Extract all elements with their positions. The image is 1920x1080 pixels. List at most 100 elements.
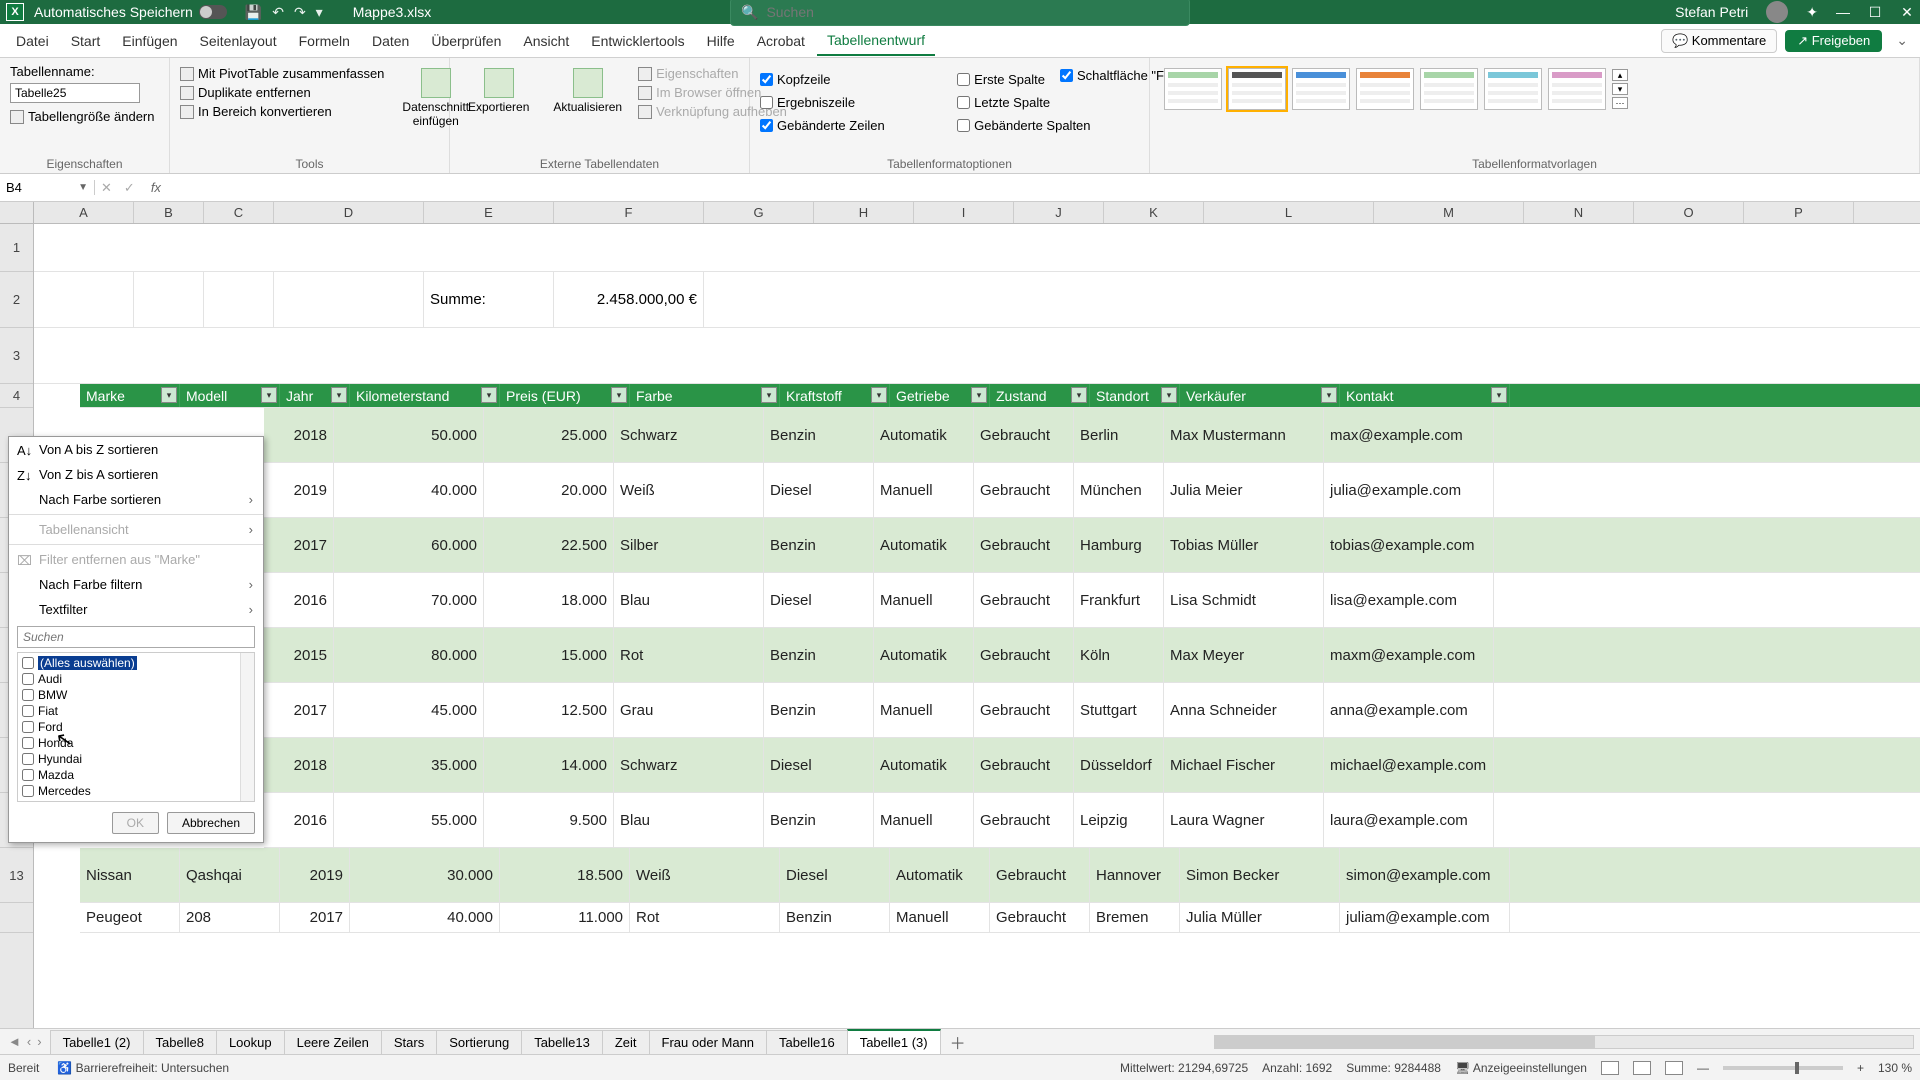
fx-cancel-icon[interactable]: ✕ xyxy=(95,180,118,196)
data-cell[interactable]: Manuell xyxy=(874,573,974,627)
data-cell[interactable]: Max Meyer xyxy=(1164,628,1324,682)
data-cell[interactable]: Berlin xyxy=(1074,408,1164,462)
user-name[interactable]: Stefan Petri xyxy=(1675,4,1748,20)
data-cell[interactable]: Gebraucht xyxy=(974,738,1074,792)
data-cell[interactable]: Automatik xyxy=(874,518,974,572)
data-cell[interactable]: 208 xyxy=(180,903,280,932)
sort-za-item[interactable]: Z↓Von Z bis A sortieren xyxy=(9,462,263,487)
data-cell[interactable]: Gebraucht xyxy=(974,463,1074,517)
table-styles-gallery[interactable]: ▴▾⋯ xyxy=(1160,64,1909,114)
data-cell[interactable]: Gebraucht xyxy=(974,518,1074,572)
data-cell[interactable]: Julia Müller xyxy=(1180,903,1340,932)
table-header-kraftstoff[interactable]: Kraftstoff▾ xyxy=(780,384,890,407)
search-box[interactable]: 🔍 xyxy=(730,0,1190,26)
data-cell[interactable]: München xyxy=(1074,463,1164,517)
filter-button-standort[interactable]: ▾ xyxy=(1161,387,1177,403)
tab-datei[interactable]: Datei xyxy=(6,27,59,55)
data-cell[interactable]: Frankfurt xyxy=(1074,573,1164,627)
data-cell[interactable]: 2017 xyxy=(264,683,334,737)
data-cell[interactable]: 40.000 xyxy=(334,463,484,517)
data-cell[interactable]: Gebraucht xyxy=(990,903,1090,932)
data-cell[interactable]: Schwarz xyxy=(614,408,764,462)
filter-button-zustand[interactable]: ▾ xyxy=(1071,387,1087,403)
filter-item-audi[interactable]: Audi xyxy=(20,671,252,687)
column-header-K[interactable]: K xyxy=(1104,202,1204,223)
data-cell[interactable]: Max Mustermann xyxy=(1164,408,1324,462)
data-cell[interactable]: Automatik xyxy=(874,628,974,682)
data-cell[interactable]: Automatik xyxy=(890,848,990,902)
filter-button-modell[interactable]: ▾ xyxy=(261,387,277,403)
data-cell[interactable]: Anna Schneider xyxy=(1164,683,1324,737)
zoom-out-button[interactable]: — xyxy=(1697,1061,1709,1075)
data-cell[interactable]: 70.000 xyxy=(334,573,484,627)
banded-rows-checkbox[interactable]: Gebänderte Zeilen xyxy=(760,116,933,135)
sheet-tab[interactable]: Zeit xyxy=(602,1030,650,1054)
column-header-H[interactable]: H xyxy=(814,202,914,223)
maximize-button[interactable]: ☐ xyxy=(1868,4,1882,21)
data-cell[interactable]: 55.000 xyxy=(334,793,484,847)
table-style-6[interactable] xyxy=(1484,68,1542,110)
header-row-checkbox[interactable]: Kopfzeile xyxy=(760,70,933,89)
data-cell[interactable]: lisa@example.com xyxy=(1324,573,1494,627)
data-cell[interactable]: Düsseldorf xyxy=(1074,738,1164,792)
filter-button-preis (eur)[interactable]: ▾ xyxy=(611,387,627,403)
data-cell[interactable]: laura@example.com xyxy=(1324,793,1494,847)
tab-start[interactable]: Start xyxy=(61,27,111,55)
data-cell[interactable]: Schwarz xyxy=(614,738,764,792)
data-cell[interactable]: 2017 xyxy=(280,903,350,932)
filter-select-all[interactable]: (Alles auswählen) xyxy=(20,655,252,671)
gallery-down-icon[interactable]: ▾ xyxy=(1612,83,1628,95)
data-cell[interactable]: Benzin xyxy=(764,518,874,572)
column-header-B[interactable]: B xyxy=(134,202,204,223)
add-sheet-button[interactable]: ＋ xyxy=(940,1030,976,1054)
filter-by-color-item[interactable]: Nach Farbe filtern› xyxy=(9,572,263,597)
data-cell[interactable]: 9.500 xyxy=(484,793,614,847)
sheet-nav-next-icon[interactable]: › xyxy=(37,1034,41,1049)
fx-icon[interactable]: fx xyxy=(141,180,171,195)
refresh-button[interactable]: Aktualisieren xyxy=(545,64,630,121)
page-layout-view-button[interactable] xyxy=(1633,1061,1651,1075)
data-cell[interactable]: Automatik xyxy=(874,738,974,792)
horizontal-scrollbar[interactable] xyxy=(1214,1035,1914,1049)
row-header-4[interactable]: 4 xyxy=(0,384,33,408)
data-cell[interactable]: Stuttgart xyxy=(1074,683,1164,737)
column-header-F[interactable]: F xyxy=(554,202,704,223)
data-cell[interactable]: maxm@example.com xyxy=(1324,628,1494,682)
table-style-5[interactable] xyxy=(1420,68,1478,110)
data-cell[interactable]: Benzin xyxy=(764,683,874,737)
filter-scrollbar[interactable] xyxy=(240,653,254,801)
data-cell[interactable]: Benzin xyxy=(764,408,874,462)
cell-b2[interactable] xyxy=(134,272,204,327)
ribbon-collapse-icon[interactable]: ⌄ xyxy=(1890,32,1914,49)
data-cell[interactable]: Gebraucht xyxy=(974,628,1074,682)
filter-search-input[interactable] xyxy=(17,626,255,648)
data-cell[interactable]: Grau xyxy=(614,683,764,737)
data-cell[interactable]: Tobias Müller xyxy=(1164,518,1324,572)
search-input[interactable] xyxy=(766,4,1179,20)
column-header-A[interactable]: A xyxy=(34,202,134,223)
banded-cols-checkbox[interactable]: Gebänderte Spalten xyxy=(957,116,1139,135)
data-cell[interactable]: Diesel xyxy=(764,463,874,517)
filter-cancel-button[interactable]: Abbrechen xyxy=(167,812,255,834)
text-filter-item[interactable]: Textfilter› xyxy=(9,597,263,622)
sheet-tab[interactable]: Stars xyxy=(381,1030,437,1054)
remove-duplicates-button[interactable]: Duplikate entfernen xyxy=(180,83,384,102)
data-cell[interactable]: 2016 xyxy=(264,793,334,847)
filter-item-mercedes[interactable]: Mercedes xyxy=(20,783,252,799)
column-header-I[interactable]: I xyxy=(914,202,1014,223)
data-cell[interactable]: Leipzig xyxy=(1074,793,1164,847)
data-cell[interactable]: Manuell xyxy=(874,463,974,517)
zoom-in-button[interactable]: + xyxy=(1857,1061,1864,1075)
data-cell[interactable]: Gebraucht xyxy=(990,848,1090,902)
tab-einfuegen[interactable]: Einfügen xyxy=(112,27,187,55)
column-headers[interactable]: ABCDEFGHIJKLMNOP xyxy=(34,202,1920,224)
filter-button-kraftstoff[interactable]: ▾ xyxy=(871,387,887,403)
close-button[interactable]: ✕ xyxy=(1900,4,1914,21)
tab-ueberpruefen[interactable]: Überprüfen xyxy=(421,27,511,55)
row-header-1[interactable]: 1 xyxy=(0,224,33,272)
sheet-tab[interactable]: Tabelle13 xyxy=(521,1030,603,1054)
tab-ansicht[interactable]: Ansicht xyxy=(513,27,579,55)
data-cell[interactable]: 2018 xyxy=(264,738,334,792)
select-all-corner[interactable] xyxy=(0,202,34,224)
filter-item-ford[interactable]: Ford xyxy=(20,719,252,735)
